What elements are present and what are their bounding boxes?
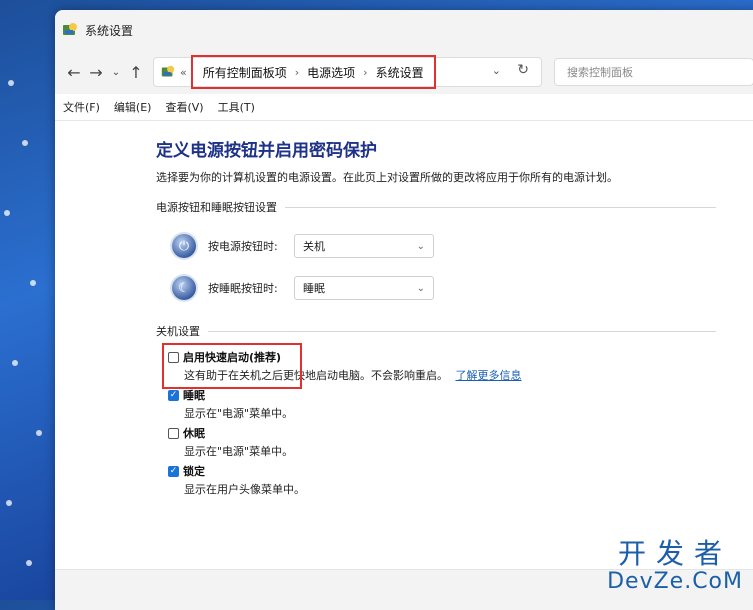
option-description: 显示在用户头像菜单中。 [184,483,305,496]
refresh-icon[interactable]: ↻ [517,62,529,78]
fast-startup-option: 启用快速启动(推荐) 这有助于在关机之后更快地启动电脑。不会影响重启。 了解更多… [162,343,716,389]
window-title: 系统设置 [85,23,134,38]
power-icon: ⏻ [172,234,196,258]
hibernate-checkbox[interactable] [168,427,179,439]
select-value: 关机 [303,240,325,253]
shutdown-settings: 关机设置 启用快速启动(推荐) 这有助于在关机之后更快地启动电脑。不会影响重启。… [156,323,716,497]
power-button-select[interactable]: 关机 ⌄ [294,234,434,258]
highlight-box [162,343,302,389]
setting-label: 按电源按钮时: [208,240,278,253]
menu-bar: 文件(F) 编辑(E) 查看(V) 工具(T) [55,94,753,121]
power-button-setting: ⏻ 按电源按钮时: 关机 ⌄ [172,225,716,267]
breadcrumb-item-all-control-panel-items[interactable]: 所有控制面板项 [203,64,287,81]
option-description: 显示在"电源"菜单中。 [184,407,294,420]
main-content: 定义电源按钮并启用密码保护 选择要为你的计算机设置的电源设置。在此页上对设置所做… [156,136,716,501]
sleep-button-setting: ☾ 按睡眠按钮时: 睡眠 ⌄ [172,267,716,309]
learn-more-link[interactable]: 了解更多信息 [456,369,522,382]
option-label[interactable]: 休眠 [183,425,205,441]
option-description: 显示在"电源"菜单中。 [184,445,294,458]
breadcrumb-separator-icon[interactable]: › [295,66,299,79]
navigation-bar: ← → ⌄ ↑ « 所有控制面板项 › 电源选项 › 系统设置 ⌄ ↻ [55,50,753,94]
menu-file[interactable]: 文件(F) [63,99,100,115]
menu-edit[interactable]: 编辑(E) [114,99,152,115]
watermark-en: DevZe.CoM [607,569,743,594]
power-button-group-header: 电源按钮和睡眠按钮设置 [156,199,716,215]
search-input[interactable] [565,64,753,80]
breadcrumb-overflow-icon[interactable]: « [180,66,187,79]
desktop-wallpaper [0,0,60,600]
chevron-down-icon: ⌄ [416,282,425,294]
divider [285,206,716,208]
select-value: 睡眠 [303,282,325,295]
breadcrumb-item-power-options[interactable]: 电源选项 [307,64,355,81]
breadcrumb: 所有控制面板项 › 电源选项 › 系统设置 [190,55,436,89]
option-label[interactable]: 睡眠 [183,387,205,403]
control-panel-icon [161,65,175,77]
address-dropdown-icon[interactable]: ⌄ [492,64,501,77]
breadcrumb-separator-icon[interactable]: › [363,66,367,79]
forward-button[interactable]: → [85,63,107,82]
page-description: 选择要为你的计算机设置的电源设置。在此页上对设置所做的更改将应用于你所有的电源计… [156,171,618,184]
sleep-checkbox[interactable]: ✓ [168,389,179,401]
watermark-cn: 开发者 [618,537,733,570]
up-button[interactable]: ↑ [125,63,147,82]
page-title: 定义电源按钮并启用密码保护 [156,141,377,161]
divider [208,330,716,332]
menu-tools[interactable]: 工具(T) [218,99,255,115]
lock-checkbox[interactable]: ✓ [168,465,179,477]
shutdown-group-header: 关机设置 [156,323,716,339]
sleep-button-select[interactable]: 睡眠 ⌄ [294,276,434,300]
address-bar[interactable]: « 所有控制面板项 › 电源选项 › 系统设置 ⌄ ↻ [153,55,542,89]
setting-label: 按睡眠按钮时: [208,282,278,295]
breadcrumb-item-system-settings[interactable]: 系统设置 [376,64,424,81]
sleep-option: ✓ 睡眠 显示在"电源"菜单中。 [168,387,716,421]
chevron-down-icon: ⌄ [416,240,425,252]
control-panel-icon [63,23,77,35]
group-title: 电源按钮和睡眠按钮设置 [156,201,277,214]
lock-option: ✓ 锁定 显示在用户头像菜单中。 [168,463,716,497]
sleep-icon: ☾ [172,276,196,300]
back-button[interactable]: ← [63,63,85,82]
recent-locations-chevron-icon[interactable]: ⌄ [107,67,125,78]
title-bar: 系统设置 [55,10,753,50]
menu-view[interactable]: 查看(V) [165,99,203,115]
hibernate-option: 休眠 显示在"电源"菜单中。 [168,425,716,459]
group-title: 关机设置 [156,325,200,338]
watermark: 开发者 DevZe.CoM [607,538,743,594]
search-box[interactable] [554,58,753,86]
option-label[interactable]: 锁定 [183,463,205,479]
